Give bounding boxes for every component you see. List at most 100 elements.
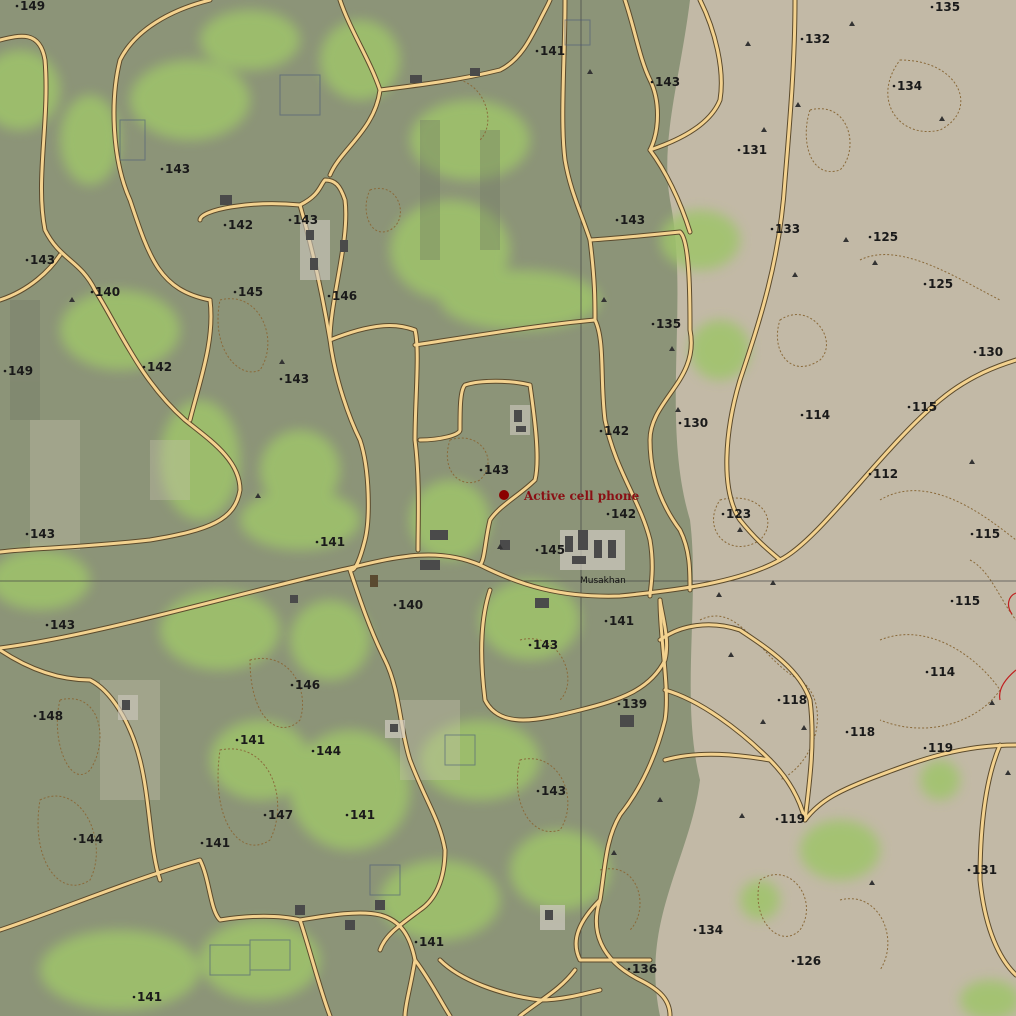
elevation-point xyxy=(479,468,483,472)
elevation-point xyxy=(279,377,283,381)
elevation-point xyxy=(892,84,896,88)
elevation-point xyxy=(800,413,804,417)
elevation-point xyxy=(845,730,849,734)
map-view[interactable]: 149 135 141 132 143 134 143 131 142 143 143 133 125 1… xyxy=(0,0,1016,1016)
elevation-label: 114 xyxy=(805,408,830,422)
elevation-label: 125 xyxy=(873,230,898,244)
elevation-point xyxy=(604,619,608,623)
elevation-point xyxy=(973,350,977,354)
elevation-point xyxy=(693,928,697,932)
elevation-point xyxy=(606,512,610,516)
elevation-label: 142 xyxy=(147,360,172,374)
elevation-point xyxy=(25,258,29,262)
elevation-point xyxy=(345,813,349,817)
elevation-point xyxy=(536,789,540,793)
elevation-label: 144 xyxy=(316,744,341,758)
elevation-label: 119 xyxy=(928,741,953,755)
elevation-label: 143 xyxy=(30,527,55,541)
elevation-point xyxy=(923,746,927,750)
elevation-label: 141 xyxy=(350,808,375,822)
elevation-label: 148 xyxy=(38,709,63,723)
marker-dot-icon[interactable] xyxy=(499,490,509,500)
elevation-label: 132 xyxy=(805,32,830,46)
elevation-point xyxy=(73,837,77,841)
elevation-point xyxy=(263,813,267,817)
elevation-label: 141 xyxy=(609,614,634,628)
elevation-label: 112 xyxy=(873,467,898,481)
elevation-label: 147 xyxy=(268,808,293,822)
elevation-label: 135 xyxy=(656,317,681,331)
elevation-label: 130 xyxy=(978,345,1003,359)
elevation-label: 141 xyxy=(137,990,162,1004)
elevation-point xyxy=(923,282,927,286)
elevation-label: 130 xyxy=(683,416,708,430)
elevation-label: 123 xyxy=(726,507,751,521)
elevation-label: 115 xyxy=(975,527,1000,541)
elevation-point xyxy=(528,643,532,647)
elevation-point xyxy=(800,37,804,41)
elevation-label: 131 xyxy=(742,143,767,157)
elevation-label: 114 xyxy=(930,665,955,679)
elevation-label: 143 xyxy=(541,784,566,798)
elevation-label: 145 xyxy=(540,543,565,557)
elevation-label: 143 xyxy=(293,213,318,227)
place-name-musakhan: Musakhan xyxy=(580,576,626,586)
elevation-label: 125 xyxy=(928,277,953,291)
elevation-point xyxy=(868,472,872,476)
elevation-label: 140 xyxy=(398,598,423,612)
elevation-label: 139 xyxy=(622,697,647,711)
elevation-label: 144 xyxy=(78,832,103,846)
elevation-point xyxy=(223,223,227,227)
elevation-point xyxy=(967,868,971,872)
elevation-point xyxy=(615,218,619,222)
elevation-label: 115 xyxy=(912,400,937,414)
elevation-point xyxy=(950,599,954,603)
elevation-label: 143 xyxy=(533,638,558,652)
elevation-point xyxy=(868,235,872,239)
elevation-point xyxy=(414,940,418,944)
elevation-label: 142 xyxy=(228,218,253,232)
elevation-label: 143 xyxy=(655,75,680,89)
elevation-label: 126 xyxy=(796,954,821,968)
elevation-point xyxy=(15,4,19,8)
elevation-point xyxy=(678,421,682,425)
elevation-point xyxy=(160,167,164,171)
elevation-label: 146 xyxy=(295,678,320,692)
elevation-point xyxy=(777,698,781,702)
elevation-point xyxy=(770,227,774,231)
elevation-label: 140 xyxy=(95,285,120,299)
elevation-label: 133 xyxy=(775,222,800,236)
elevation-point xyxy=(535,548,539,552)
elevation-label: 115 xyxy=(955,594,980,608)
elevation-label: 141 xyxy=(240,733,265,747)
elevation-point xyxy=(651,322,655,326)
elevation-point xyxy=(33,714,37,718)
elevation-label: 135 xyxy=(935,0,960,14)
elevation-label: 149 xyxy=(20,0,45,13)
elevation-point xyxy=(311,749,315,753)
elevation-label: 142 xyxy=(611,507,636,521)
elevation-label: 143 xyxy=(484,463,509,477)
elevation-label: 118 xyxy=(782,693,807,707)
elevation-point xyxy=(290,683,294,687)
elevation-label: 142 xyxy=(604,424,629,438)
elevation-point xyxy=(627,967,631,971)
map-canvas: 149 135 141 132 143 134 143 131 142 143 143 133 125 1… xyxy=(0,0,1016,1016)
elevation-point xyxy=(200,841,204,845)
elevation-point xyxy=(599,429,603,433)
elevation-point xyxy=(737,148,741,152)
elevation-label: 149 xyxy=(8,364,33,378)
elevation-point xyxy=(791,959,795,963)
elevation-point xyxy=(970,532,974,536)
elevation-point xyxy=(535,49,539,53)
elevation-point xyxy=(721,512,725,516)
elevation-label: 134 xyxy=(897,79,922,93)
elevation-label: 141 xyxy=(205,836,230,850)
elevation-point xyxy=(907,405,911,409)
elevation-label: 141 xyxy=(540,44,565,58)
elevation-point xyxy=(775,817,779,821)
elevation-label: 141 xyxy=(419,935,444,949)
elevation-label: 134 xyxy=(698,923,723,937)
elevation-point xyxy=(617,702,621,706)
elevation-point xyxy=(3,369,7,373)
